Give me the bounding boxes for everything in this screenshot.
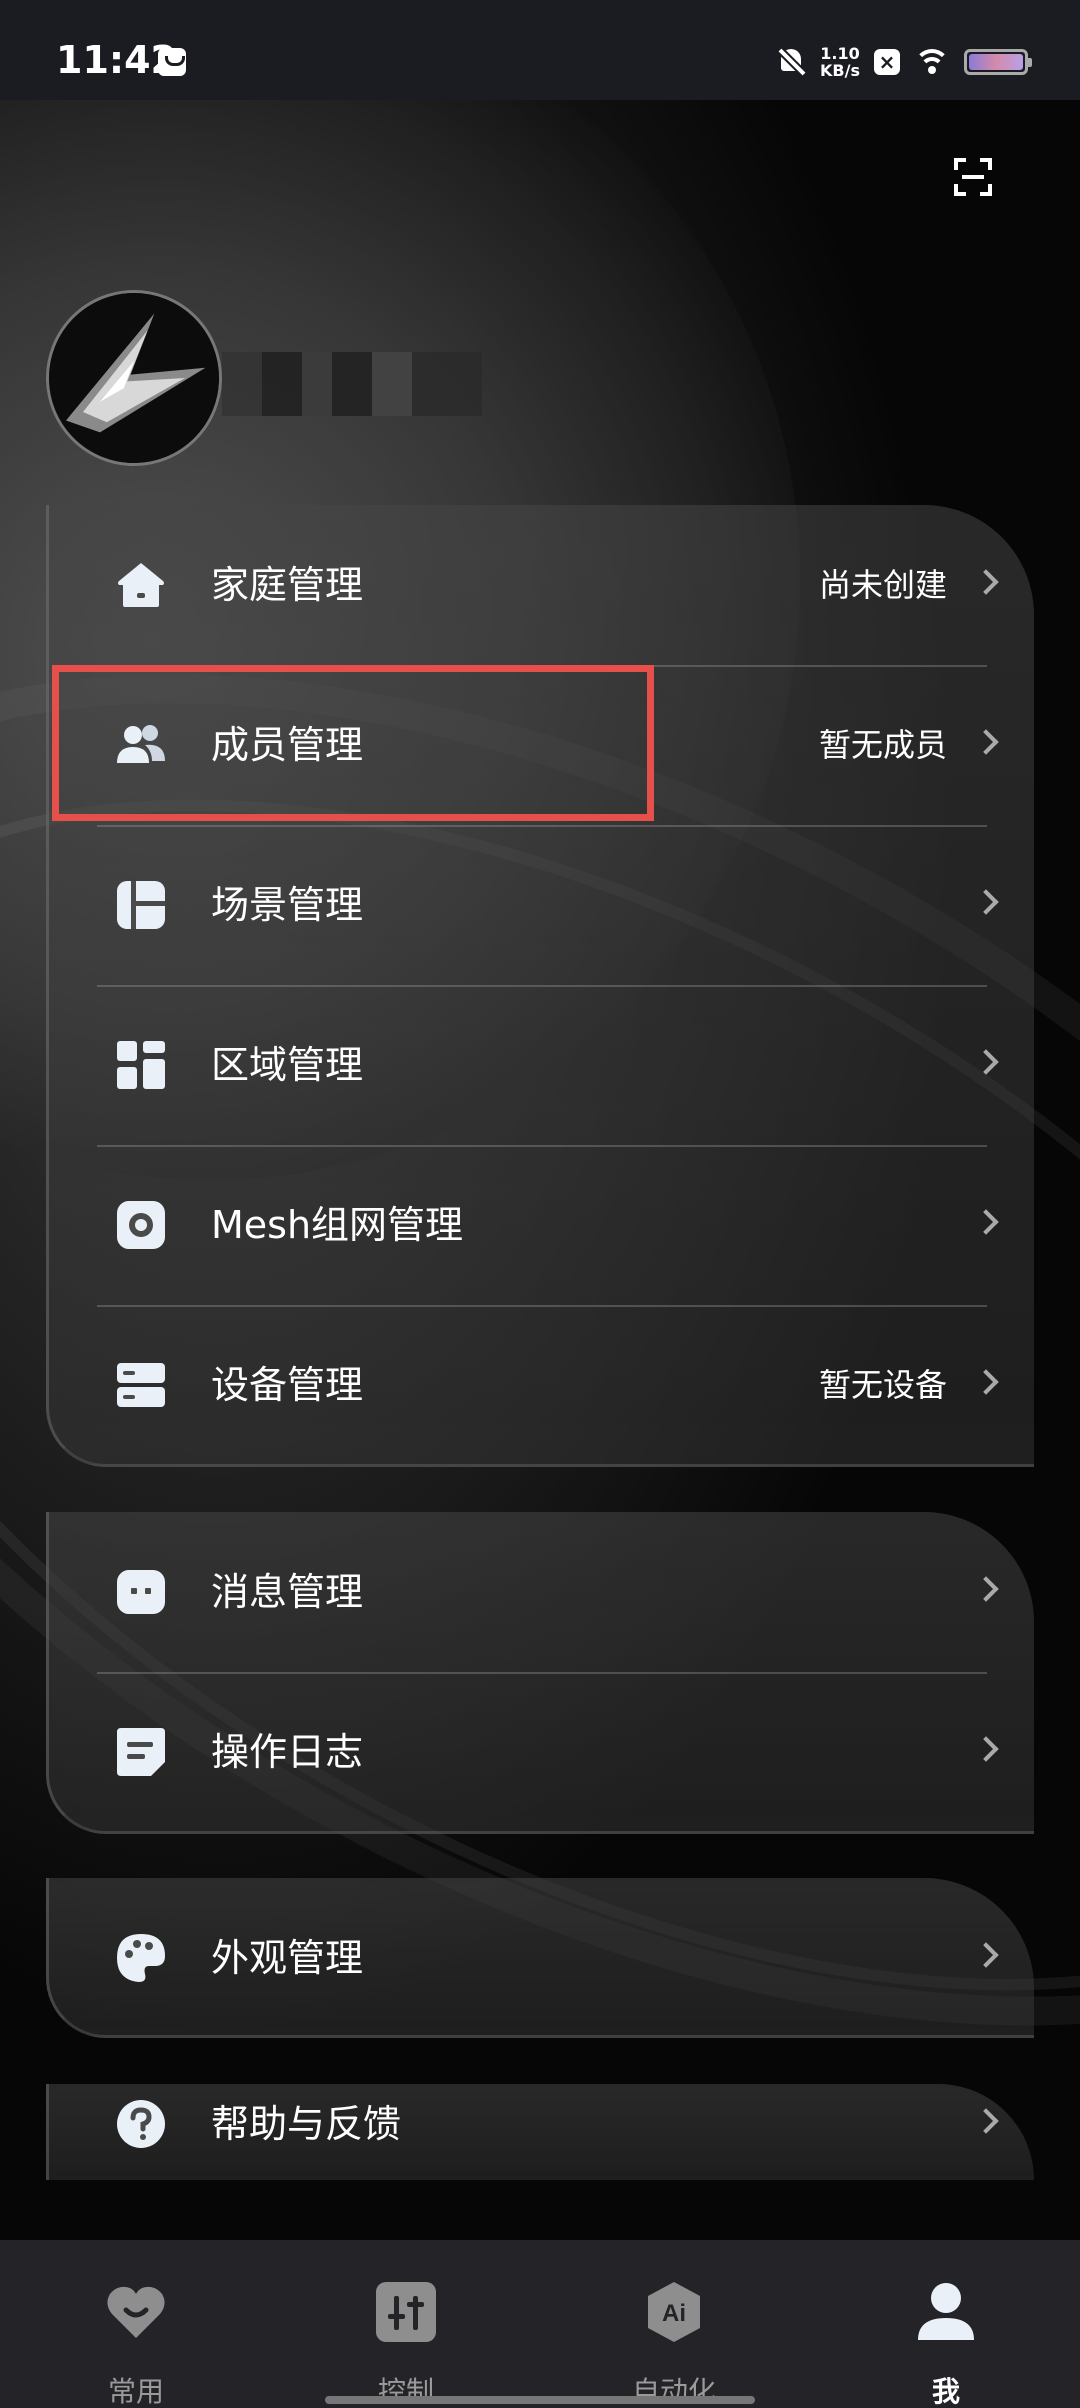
menu-item-label: 家庭管理 bbox=[211, 563, 364, 607]
chevron-right-icon bbox=[973, 2108, 999, 2134]
menu-item-mesh-management[interactable]: Mesh组网管理 bbox=[49, 1145, 1037, 1305]
menu-item-label: 操作日志 bbox=[211, 1730, 364, 1774]
tab-automation[interactable]: Ai 自动化 bbox=[574, 2240, 774, 2408]
menu-item-area-management[interactable]: 区域管理 bbox=[49, 985, 1037, 1145]
menu-item-operation-log[interactable]: 操作日志 bbox=[49, 1672, 1037, 1832]
menu-card-messages: 消息管理 操作日志 bbox=[46, 1512, 1034, 1834]
menu-item-message-management[interactable]: 消息管理 bbox=[49, 1512, 1037, 1672]
avatar[interactable] bbox=[46, 290, 222, 466]
heart-icon bbox=[107, 2286, 165, 2338]
tab-favorites[interactable]: 常用 bbox=[36, 2240, 236, 2408]
username-redacted bbox=[222, 352, 482, 416]
status-icons: 1.10 KB/s × bbox=[776, 42, 1032, 82]
menu-item-label: Mesh组网管理 bbox=[211, 1203, 464, 1247]
tab-label: 常用 bbox=[107, 2375, 164, 2408]
network-speed-unit: KB/s bbox=[820, 61, 860, 80]
menu-card-help: 帮助与反馈 bbox=[46, 2084, 1034, 2180]
avatar-logo-icon bbox=[49, 293, 219, 463]
home-icon bbox=[118, 563, 164, 607]
scan-icon[interactable] bbox=[954, 158, 992, 196]
person-icon bbox=[918, 2283, 974, 2340]
network-speed: 1.10 KB/s bbox=[820, 45, 860, 79]
chevron-right-icon bbox=[973, 1736, 999, 1762]
menu-item-label: 消息管理 bbox=[211, 1570, 364, 1614]
bottom-tab-bar: 常用 控制 Ai 自动化 我 bbox=[0, 2240, 1080, 2408]
menu-item-label: 区域管理 bbox=[211, 1043, 364, 1087]
ai-icon-text: Ai bbox=[662, 2300, 686, 2327]
device-icon bbox=[117, 1363, 165, 1407]
message-icon bbox=[117, 1570, 165, 1614]
menu-item-help-feedback[interactable]: 帮助与反馈 bbox=[49, 2084, 1034, 2180]
x-badge-icon: × bbox=[874, 49, 900, 75]
battery-icon bbox=[964, 49, 1032, 75]
ai-icon: Ai bbox=[648, 2282, 700, 2342]
chevron-right-icon bbox=[973, 569, 999, 595]
scene-icon bbox=[117, 881, 165, 929]
chevron-right-icon bbox=[973, 1942, 999, 1968]
network-speed-value: 1.10 bbox=[820, 44, 860, 63]
tab-me[interactable]: 我 bbox=[846, 2240, 1046, 2408]
wifi-icon bbox=[914, 47, 950, 77]
menu-item-label: 外观管理 bbox=[211, 1936, 364, 1980]
menu-item-scene-management[interactable]: 场景管理 bbox=[49, 825, 1037, 985]
menu-item-value: 尚未创建 bbox=[818, 566, 947, 604]
chevron-right-icon bbox=[973, 1369, 999, 1395]
help-icon bbox=[117, 2100, 165, 2148]
highlight-box bbox=[52, 665, 654, 821]
status-bar: 11:42 1.10 KB/s × bbox=[0, 0, 1080, 100]
menu-card-home: 家庭管理 尚未创建 成员管理 暂无成员 场景管理 区域管理 Mesh组网管理 设… bbox=[46, 505, 1034, 1467]
menu-item-label: 场景管理 bbox=[211, 883, 364, 927]
chevron-right-icon bbox=[973, 1576, 999, 1602]
chevron-right-icon bbox=[973, 1209, 999, 1235]
notification-message-icon bbox=[158, 48, 186, 76]
chevron-right-icon bbox=[973, 1049, 999, 1075]
palette-icon bbox=[117, 1934, 165, 1982]
tab-label: 我 bbox=[931, 2375, 960, 2408]
tab-control[interactable]: 控制 bbox=[306, 2240, 506, 2408]
chevron-right-icon bbox=[973, 889, 999, 915]
mesh-icon bbox=[117, 1201, 165, 1249]
menu-card-appearance: 外观管理 bbox=[46, 1878, 1034, 2038]
menu-item-appearance-management[interactable]: 外观管理 bbox=[49, 1878, 1037, 2038]
chevron-right-icon bbox=[973, 729, 999, 755]
menu-item-device-management[interactable]: 设备管理 暂无设备 bbox=[49, 1305, 1037, 1465]
menu-item-value: 暂无成员 bbox=[818, 726, 947, 764]
menu-item-value: 暂无设备 bbox=[818, 1366, 947, 1404]
home-indicator[interactable] bbox=[325, 2396, 755, 2404]
menu-item-label: 设备管理 bbox=[211, 1363, 364, 1407]
area-icon bbox=[117, 1041, 165, 1089]
bell-off-icon bbox=[776, 46, 806, 78]
menu-item-home-management[interactable]: 家庭管理 尚未创建 bbox=[49, 505, 1037, 665]
sliders-icon bbox=[376, 2282, 436, 2342]
log-icon bbox=[117, 1728, 165, 1776]
menu-item-label: 帮助与反馈 bbox=[211, 2102, 402, 2146]
